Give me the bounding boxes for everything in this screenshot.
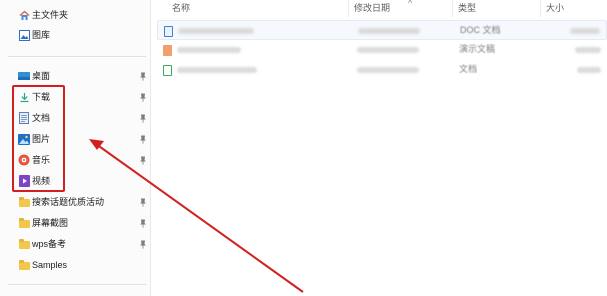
annotation-highlight-box (12, 85, 65, 192)
home-icon (18, 9, 30, 21)
pin-icon[interactable] (139, 92, 147, 102)
folder-icon (18, 196, 30, 208)
file-row[interactable]: 演示文稿 (157, 40, 607, 60)
desktop-icon (18, 70, 30, 82)
sidebar-item-folder-search-topics[interactable]: 搜索话题优质活动 (0, 193, 151, 211)
file-type: DOC 文档 (460, 25, 501, 35)
gallery-icon (18, 29, 30, 41)
pin-icon[interactable] (139, 155, 147, 165)
column-separator[interactable] (348, 0, 349, 17)
spreadsheet-icon (163, 65, 172, 76)
word-doc-icon (164, 26, 173, 37)
sidebar-item-label: 图库 (32, 30, 51, 40)
sidebar-item-gallery[interactable]: 图库 (0, 26, 151, 44)
file-type: 文档 (459, 64, 478, 74)
sidebar-item-folder-screenshots[interactable]: 屏幕截图 (0, 214, 151, 232)
sort-up-icon: ^ (408, 0, 413, 8)
sidebar-item-label: Samples (32, 260, 68, 270)
file-modified (358, 28, 420, 34)
column-separator[interactable] (452, 0, 453, 17)
file-row[interactable]: DOC 文档 (157, 20, 607, 40)
sidebar-divider (8, 284, 146, 285)
pin-icon[interactable] (139, 218, 147, 228)
sidebar-divider (8, 56, 146, 57)
file-size (577, 67, 601, 73)
column-header-size[interactable]: 大小 (546, 3, 564, 14)
file-modified (357, 67, 419, 73)
pin-icon[interactable] (139, 71, 147, 81)
column-header-row: 名称 ^ 修改日期 类型 大小 (152, 0, 607, 17)
sidebar-item-label: 搜索话题优质活动 (32, 197, 105, 207)
sidebar-item-label: 桌面 (32, 71, 51, 81)
folder-icon (18, 238, 30, 250)
folder-icon (18, 259, 30, 271)
column-header-modified[interactable]: 修改日期 (354, 3, 390, 14)
column-separator[interactable] (540, 0, 541, 17)
sidebar-item-desktop[interactable]: 桌面 (0, 67, 151, 85)
folder-icon (18, 217, 30, 229)
column-header-name[interactable]: 名称 (172, 3, 190, 14)
pin-icon[interactable] (139, 239, 147, 249)
pin-icon[interactable] (139, 197, 147, 207)
column-header-type[interactable]: 类型 (458, 3, 476, 14)
file-name (177, 47, 241, 53)
sidebar-item-label: wps备考 (32, 239, 67, 249)
sidebar-item-label: 屏幕截图 (32, 218, 69, 228)
sidebar-item-folder-samples[interactable]: Samples (0, 256, 151, 274)
sidebar-item-folder-wps[interactable]: wps备考 (0, 235, 151, 253)
file-type: 演示文稿 (459, 44, 496, 54)
file-modified (357, 47, 419, 53)
file-name (177, 67, 257, 73)
file-size (570, 28, 600, 34)
presentation-icon (163, 45, 172, 56)
file-row[interactable]: 文档 (157, 60, 607, 80)
sidebar-item-home[interactable]: 主文件夹 (0, 6, 151, 24)
file-name (178, 28, 254, 34)
pin-icon[interactable] (139, 134, 147, 144)
sidebar-item-label: 主文件夹 (32, 10, 69, 20)
file-size (575, 47, 601, 53)
pin-icon[interactable] (139, 113, 147, 123)
